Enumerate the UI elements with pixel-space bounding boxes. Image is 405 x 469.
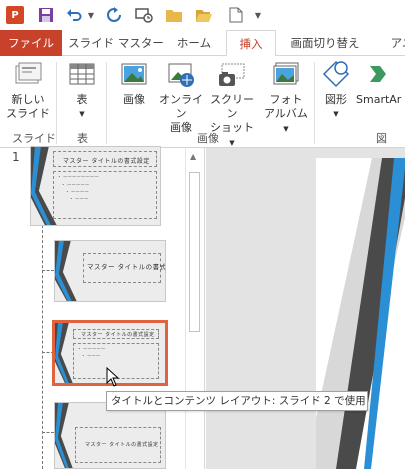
new-slide-button[interactable]: 新しい スライド bbox=[6, 60, 50, 121]
tab-file[interactable]: ファイル bbox=[0, 30, 62, 56]
divider bbox=[106, 62, 107, 144]
online-picture-label-1: オンライン bbox=[159, 93, 203, 120]
screenshot-icon bbox=[219, 63, 245, 86]
picture-button[interactable]: 画像 bbox=[114, 60, 154, 107]
powerpoint-logo-icon: P bbox=[4, 4, 26, 26]
hierarchy-connector bbox=[42, 432, 54, 433]
new-slide-label-1: 新しい bbox=[11, 93, 45, 106]
slide-number: 1 bbox=[12, 150, 20, 164]
table-icon bbox=[69, 63, 95, 85]
online-picture-label-2: 画像 bbox=[170, 121, 192, 134]
scrollbar-thumb[interactable] bbox=[189, 172, 200, 332]
slide-canvas bbox=[206, 148, 405, 469]
thumbnail-title: マスター タイトルの書式設定 bbox=[81, 332, 155, 338]
shapes-label: 図形 bbox=[325, 93, 347, 106]
hierarchy-line bbox=[42, 200, 43, 469]
new-slide-icon bbox=[15, 62, 42, 84]
folder-icon[interactable] bbox=[164, 4, 184, 26]
ribbon: 新しい スライド 表 ▼ 画像 オンライン 画像 スクリーン ショット ▼ フォ… bbox=[0, 56, 405, 148]
tab-animations[interactable]: アニ bbox=[372, 30, 405, 56]
app-logo: P bbox=[6, 6, 24, 24]
save-icon[interactable] bbox=[36, 4, 56, 26]
open-folder-icon[interactable] bbox=[194, 4, 214, 26]
photo-album-label-2-text: アルバム bbox=[264, 107, 308, 120]
tab-slide-master[interactable]: スライド マスター bbox=[68, 30, 164, 56]
photo-album-label-1: フォト bbox=[269, 93, 303, 106]
layout-tooltip: タイトルとコンテンツ レイアウト: スライド 2 で使用される bbox=[106, 391, 368, 411]
screenshot-label-1: スクリーン bbox=[210, 93, 254, 120]
layout-thumbnail-section[interactable]: マスター タイトルの書式設定 bbox=[54, 402, 166, 469]
slide-graphic bbox=[316, 158, 405, 469]
bullet-text: ・ ーーーーー bbox=[77, 347, 106, 352]
group-label-tables: 表 bbox=[77, 132, 88, 145]
thumbnail-title: マスター タイトルの書式設定 bbox=[87, 263, 166, 271]
picture-icon bbox=[121, 63, 147, 85]
tab-insert[interactable]: 挿入 bbox=[226, 30, 276, 57]
slide-master-thumbnail[interactable]: マスター タイトルの書式設定 ・ ーーーーーーーー ・ ーーーーー ・ ーーーー… bbox=[30, 146, 161, 226]
shapes-icon bbox=[322, 60, 350, 88]
tab-transitions[interactable]: 画面切り替え bbox=[282, 30, 368, 56]
undo-icon[interactable] bbox=[64, 4, 84, 26]
divider bbox=[314, 62, 315, 144]
bullet-text: ・ ーーー bbox=[81, 354, 101, 359]
table-label: 表 bbox=[76, 93, 88, 106]
divider bbox=[56, 62, 57, 144]
bullet-text: ・ ーーーー bbox=[65, 190, 89, 195]
bullet-text: ・ ーーーーー bbox=[61, 183, 90, 188]
online-picture-icon bbox=[168, 63, 194, 87]
thumbnail-scrollbar[interactable]: ▲ bbox=[185, 148, 203, 469]
smartart-icon bbox=[370, 66, 386, 82]
chevron-down-icon: ▼ bbox=[283, 125, 289, 133]
new-document-icon[interactable] bbox=[226, 4, 246, 26]
redo-icon[interactable] bbox=[104, 4, 124, 26]
customize-qat-icon[interactable]: ▼ bbox=[252, 4, 264, 26]
bullet-text: ・ ーーー bbox=[69, 197, 89, 202]
photo-album-icon bbox=[273, 62, 299, 85]
online-picture-button[interactable]: オンライン 画像 bbox=[156, 60, 206, 135]
group-label-images: 画像 bbox=[197, 132, 219, 145]
hierarchy-connector bbox=[42, 270, 54, 271]
smartart-button[interactable]: SmartAr bbox=[356, 60, 405, 107]
chevron-down-icon: ▼ bbox=[229, 139, 235, 147]
photo-album-label-2: アルバム ▼ bbox=[262, 107, 310, 136]
bullet-text: ・ ーーーーーーーー bbox=[57, 175, 99, 180]
photo-album-button[interactable]: フォト アルバム ▼ bbox=[262, 60, 310, 136]
shapes-button[interactable]: 図形 ▼ bbox=[318, 60, 354, 121]
thumbnail-title: マスター タイトルの書式設定 bbox=[85, 442, 159, 448]
ribbon-tabs: ファイル スライド マスター ホーム 挿入 画面切り替え アニ bbox=[0, 30, 405, 57]
thumbnail-title: マスター タイトルの書式設定 bbox=[63, 158, 150, 165]
chevron-down-icon: ▼ bbox=[79, 110, 85, 118]
chevron-down-icon: ▼ bbox=[333, 110, 339, 118]
smartart-label: SmartAr bbox=[356, 93, 402, 106]
scroll-up-icon[interactable]: ▲ bbox=[190, 152, 196, 161]
rehearse-icon[interactable] bbox=[134, 4, 154, 26]
mouse-cursor-icon bbox=[106, 366, 120, 390]
picture-label: 画像 bbox=[123, 93, 145, 106]
group-label-illustrations: 図 bbox=[376, 132, 387, 145]
group-label-slides: スライド bbox=[12, 132, 56, 145]
quick-access-toolbar: P ▼ ▼ bbox=[0, 0, 405, 30]
layout-thumbnail-title[interactable]: マスター タイトルの書式設定 bbox=[54, 240, 166, 302]
table-button[interactable]: 表 ▼ bbox=[64, 60, 100, 121]
tab-home[interactable]: ホーム bbox=[168, 30, 220, 56]
new-slide-label-2: スライド bbox=[6, 107, 50, 120]
undo-dropdown-icon[interactable]: ▼ bbox=[86, 4, 96, 26]
slide-preview[interactable] bbox=[316, 158, 405, 469]
